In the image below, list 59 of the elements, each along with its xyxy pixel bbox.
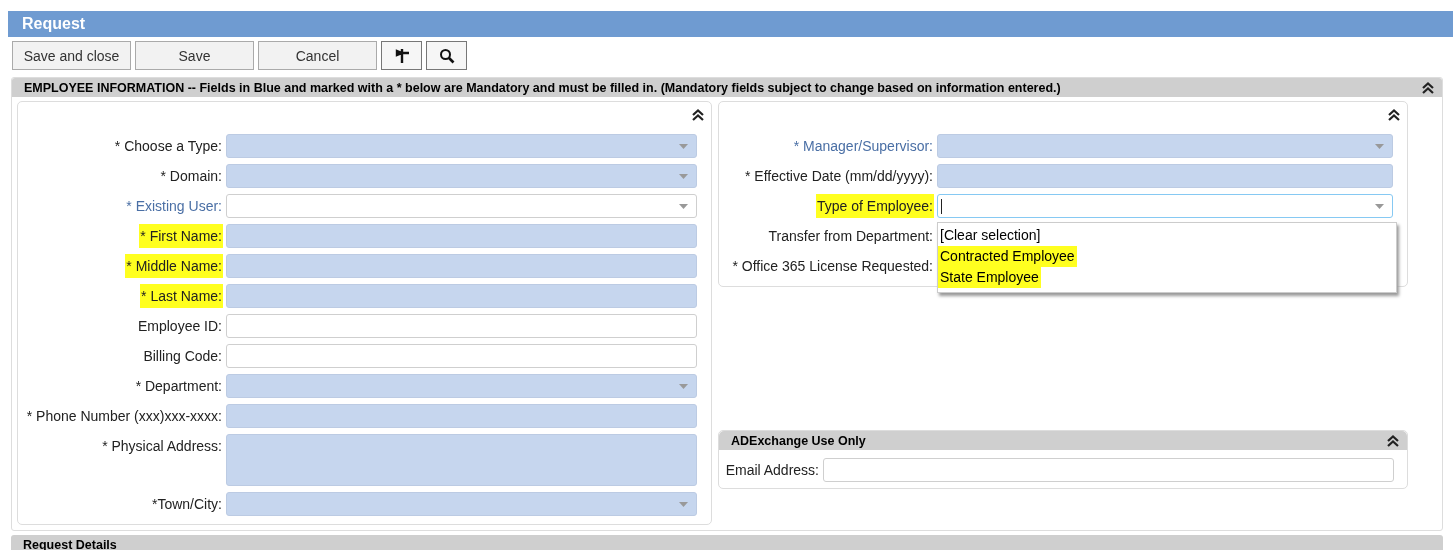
field-label: Email Address: xyxy=(724,461,820,480)
text-field[interactable] xyxy=(226,224,697,248)
search-button[interactable] xyxy=(426,41,467,70)
field-label: * Manager/Supervisor: xyxy=(792,137,934,156)
dropdown-field[interactable] xyxy=(226,134,697,158)
field-label: * Existing User: xyxy=(125,197,223,216)
pin-button[interactable] xyxy=(381,41,422,70)
text-field[interactable] xyxy=(226,314,697,338)
dropdown-field[interactable] xyxy=(226,374,697,398)
menu-option[interactable]: Contracted Employee xyxy=(938,246,1077,267)
field-label: *Town/City: xyxy=(150,495,223,514)
field-label: * First Name: xyxy=(139,224,223,248)
field-label: * Physical Address: xyxy=(101,437,223,456)
caret-icon[interactable] xyxy=(679,203,688,209)
dropdown-field[interactable] xyxy=(226,492,697,516)
toolbar-button[interactable]: Cancel xyxy=(258,41,377,70)
field-label: * Last Name: xyxy=(140,284,223,308)
dropdown-field[interactable] xyxy=(226,164,697,188)
field-label: * Effective Date (mm/dd/yyyy): xyxy=(744,167,934,186)
field-label: * Phone Number (xxx)xxx-xxxx: xyxy=(25,407,223,426)
field-label: Employee ID: xyxy=(136,317,223,336)
toolbar-button[interactable]: Save and close xyxy=(12,41,131,70)
text-field[interactable] xyxy=(226,284,697,308)
field-label: Type of Employee: xyxy=(816,194,934,218)
field-label: * Department: xyxy=(134,377,223,396)
text-field[interactable] xyxy=(226,254,697,278)
search-icon xyxy=(438,47,455,64)
collapse-icon[interactable] xyxy=(1388,109,1400,121)
field-label: Billing Code: xyxy=(142,347,223,366)
field-label: Transfer from Department: xyxy=(767,227,934,246)
window-title: Request xyxy=(8,11,1453,37)
field-label: * Choose a Type: xyxy=(113,137,223,156)
collapse-icon[interactable] xyxy=(692,109,704,121)
text-field[interactable] xyxy=(823,458,1394,482)
section-title: EMPLOYEE INFORMATION -- Fields in Blue and marked with a * below are Mandatory and must be filled in. (Mandatory fields subject to change based on information entered.) xyxy=(24,80,1061,95)
dropdown-field[interactable] xyxy=(937,134,1393,158)
caret-icon[interactable] xyxy=(679,383,688,389)
caret-icon[interactable] xyxy=(1375,203,1384,209)
collapse-icon[interactable] xyxy=(1422,81,1434,94)
caret-icon[interactable] xyxy=(1375,143,1384,149)
text-area[interactable] xyxy=(226,434,697,486)
dropdown-field[interactable] xyxy=(937,194,1393,218)
caret-icon[interactable] xyxy=(679,143,688,149)
field-label: * Domain: xyxy=(159,167,223,186)
text-field[interactable] xyxy=(226,344,697,368)
text-cursor xyxy=(941,198,942,214)
pin-icon xyxy=(393,47,410,64)
menu-option[interactable]: State Employee xyxy=(938,267,1041,288)
section-title: ADExchange Use Only xyxy=(731,433,866,448)
caret-icon[interactable] xyxy=(679,173,688,179)
caret-icon[interactable] xyxy=(679,501,688,507)
collapse-icon[interactable] xyxy=(1387,434,1399,447)
text-field[interactable] xyxy=(226,404,697,428)
menu-option[interactable]: [Clear selection] xyxy=(938,225,1043,246)
toolbar-button[interactable]: Save xyxy=(135,41,254,70)
field-label: * Office 365 License Requested: xyxy=(731,257,934,276)
text-field[interactable] xyxy=(937,164,1393,188)
dropdown-field[interactable] xyxy=(226,194,697,218)
field-label: * Middle Name: xyxy=(125,254,223,278)
